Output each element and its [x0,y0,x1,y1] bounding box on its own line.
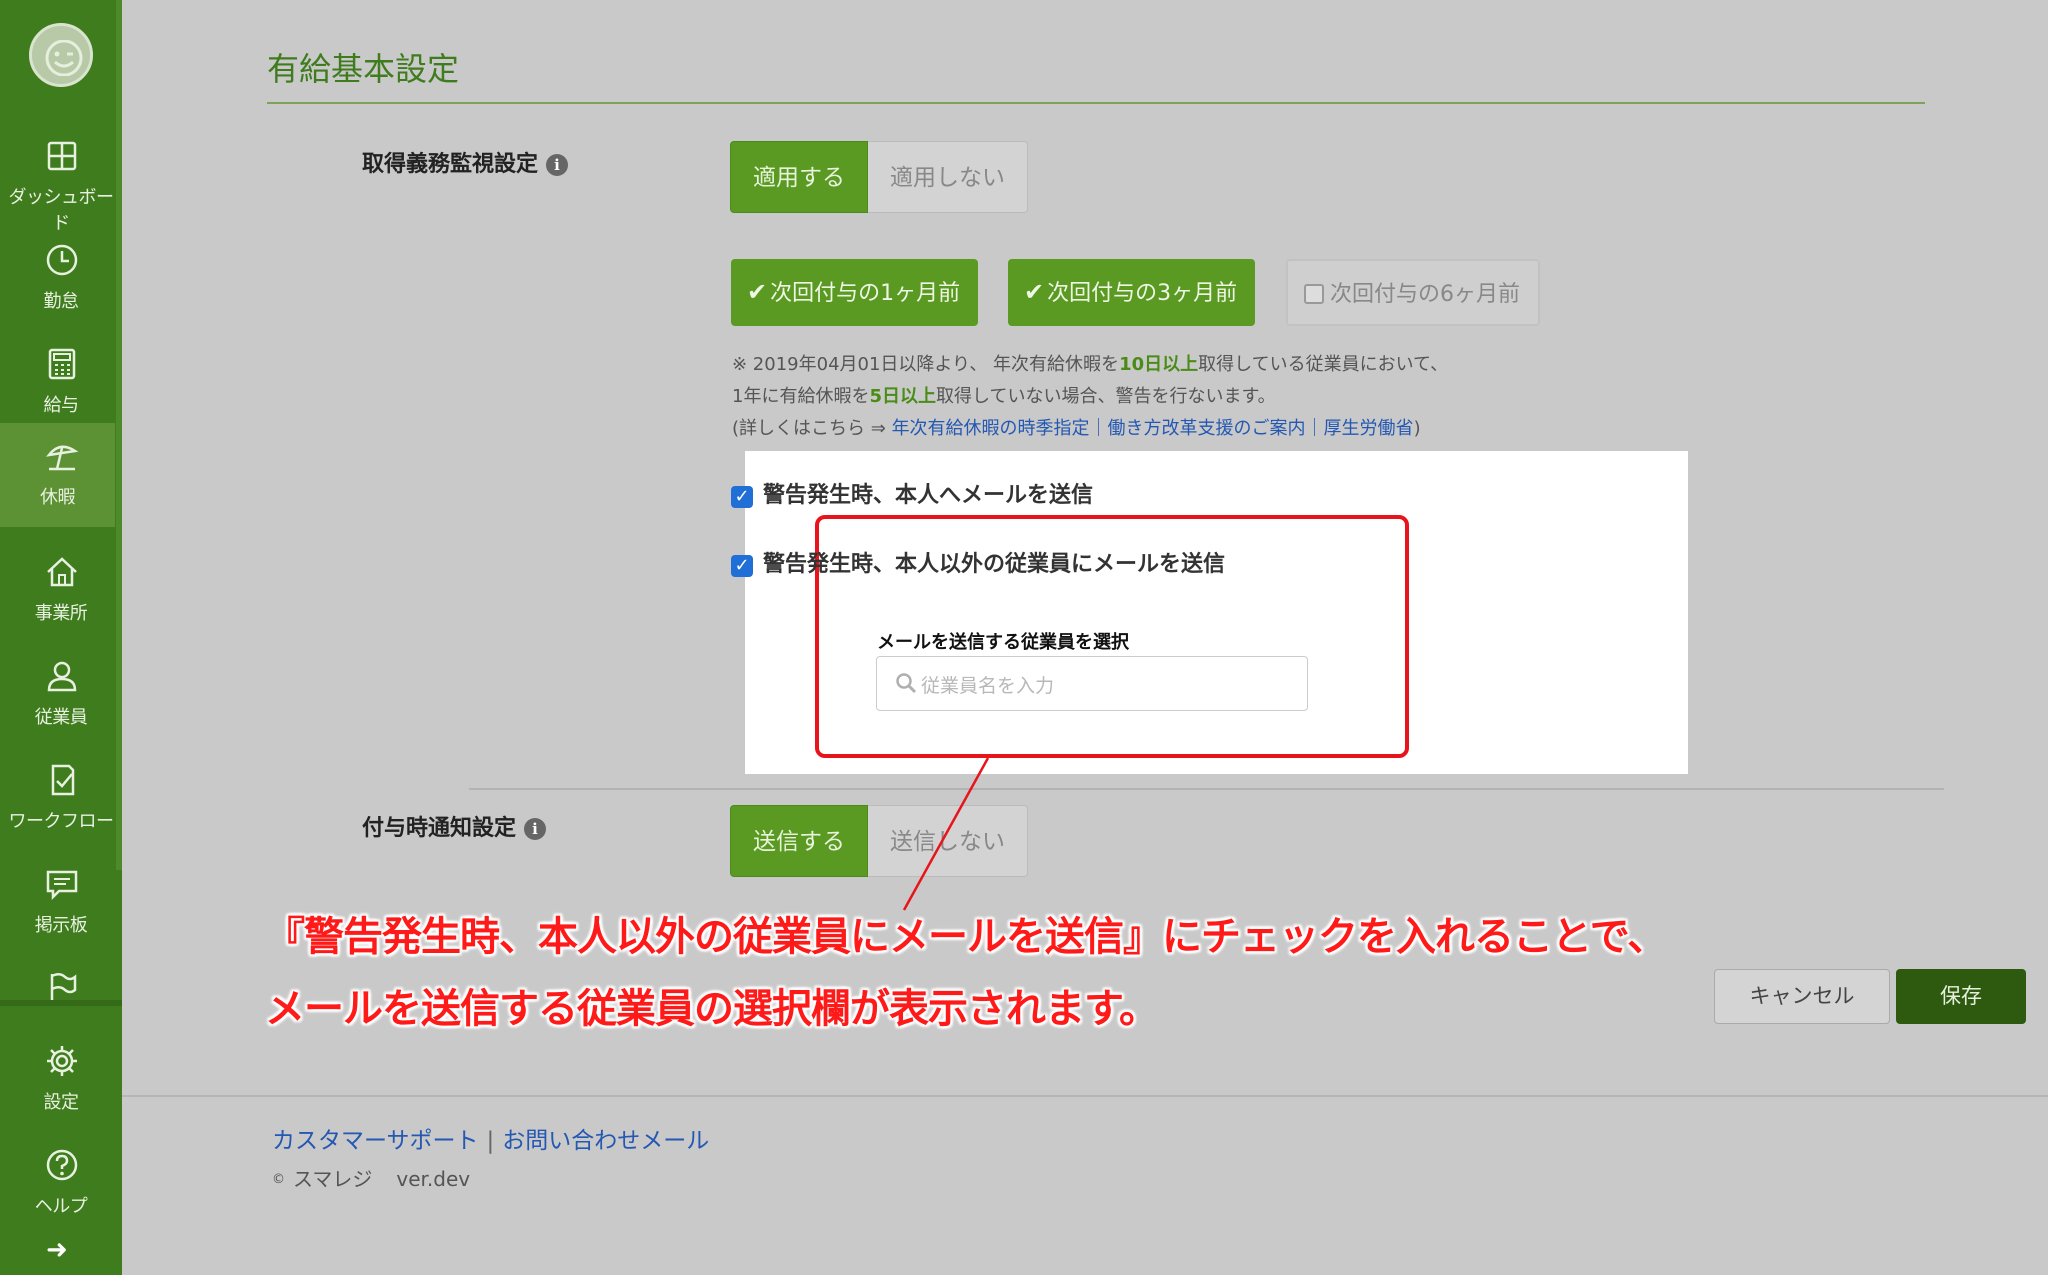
home-icon [47,557,77,587]
notify-toggle: 送信する 送信しない [730,805,1028,877]
save-button[interactable]: 保存 [1896,969,2026,1024]
sidebar: ダッシュボード 勤怠 給与 休暇 事業所 従業員 ワークフロー 掲示板 設定 ヘ… [0,0,122,1275]
sidebar-item-label: ワークフロー [8,811,115,832]
message-icon [46,870,78,901]
footer-links: カスタマーサポート | お問い合わせメール [272,1121,709,1155]
checkbox-checked-icon[interactable]: ✓ [731,486,753,508]
select-employee-label: メールを送信する従業員を選択 [877,632,1129,653]
clock-icon [46,244,78,276]
sidebar-item-label: 従業員 [34,707,88,728]
timing-label: 次回付与の1ヶ月前 [770,281,961,306]
note-text: 1年に有給休暇を [732,386,870,407]
timing-3-month-toggle[interactable]: ✔ 次回付与の3ヶ月前 [1008,259,1256,326]
sidebar-item-dashboard[interactable]: ダッシュボード [0,123,122,234]
workflow-icon [51,764,75,796]
customer-support-link[interactable]: カスタマーサポート [272,1128,479,1154]
search-icon [896,673,917,694]
help-icon [46,1149,78,1181]
note-highlight: 10日以上 [1119,354,1199,375]
obligation-label-text: 取得義務監視設定 [362,152,539,177]
timing-1-month-toggle[interactable]: ✔ 次回付与の1ヶ月前 [731,259,979,326]
note-line-3: (詳しくはこちら ⇒ 年次有給休暇の時季指定｜働き方改革支援のご案内｜厚生労働省… [732,414,1421,440]
employee-search-input[interactable]: 従業員名を入力 [876,656,1308,711]
not-send-button[interactable]: 送信しない [868,805,1028,877]
sidebar-item-label: 掲示板 [34,915,88,936]
annotation-line-2: メールを送信する従業員の選択欄が表示されます。 [265,986,1159,1032]
unchecked-box-icon [1304,284,1324,304]
check-icon: ✔ [747,278,768,306]
version-text: ver.dev [396,1167,471,1191]
note-line-2: 1年に有給休暇を5日以上取得していない場合、警告を行ないます。 [732,382,1276,408]
sidebar-item-label: ヘルプ [34,1196,88,1217]
sidebar-item-settings[interactable]: 設定 [0,1028,122,1132]
mail-others-checkbox-row[interactable]: ✓ 警告発生時、本人以外の従業員にメールを送信 [731,546,1225,578]
sidebar-item-leave[interactable]: 休暇 [0,423,115,527]
sidebar-item-label: 勤怠 [43,291,80,312]
sidebar-item-label: 給与 [43,395,80,416]
gear-icon [47,1046,77,1076]
apply-button[interactable]: 適用する [730,141,868,213]
notify-setting-label: 付与時通知設定 i [362,810,547,842]
info-icon[interactable]: i [524,818,547,840]
notify-label-text: 付与時通知設定 [362,816,517,841]
timing-label: 次回付与の3ヶ月前 [1047,281,1238,306]
sidebar-item-label: 設定 [43,1092,80,1113]
title-underline [267,102,1925,104]
footer-divider [122,1095,2048,1097]
cancel-button[interactable]: キャンセル [1714,969,1890,1024]
timing-6-month-toggle[interactable]: 次回付与の6ヶ月前 [1286,259,1540,326]
sidebar-divider [0,1000,122,1006]
checkbox-checked-icon[interactable]: ✓ [731,555,753,577]
sidebar-item-office[interactable]: 事業所 [0,539,122,643]
section-divider [469,788,1944,790]
sidebar-item-attendance[interactable]: 勤怠 [0,227,122,331]
smiley-icon [45,40,83,76]
user-avatar[interactable] [29,23,93,87]
mhlw-guide-link[interactable]: 年次有給休暇の時季指定｜働き方改革支援のご案内｜厚生労働省 [892,418,1414,439]
check-icon: ✔ [1024,278,1045,306]
not-apply-button[interactable]: 適用しない [868,141,1028,213]
search-placeholder: 従業員名を入力 [921,675,1055,697]
obligation-toggle: 適用する 適用しない [730,141,1028,213]
sidebar-item-employees[interactable]: 従業員 [0,643,122,747]
annotation-line-1: 『警告発生時、本人以外の従業員にメールを送信』にチェックを入れることで、 [265,914,1667,960]
copyright: © スマレジ ver.dev [272,1163,470,1192]
note-text: 取得していない場合、警告を行ないます。 [935,386,1276,407]
sidebar-item-board[interactable]: 掲示板 [0,851,122,955]
sidebar-item-label: 休暇 [40,487,76,508]
note-highlight: 5日以上 [869,386,936,407]
note-text: (詳しくはこちら ⇒ [732,418,892,439]
calculator-icon [48,348,76,380]
contact-mail-link[interactable]: お問い合わせメール [502,1128,709,1154]
dashboard-icon [47,141,77,171]
sidebar-item-label: 事業所 [34,603,88,624]
send-button[interactable]: 送信する [730,805,868,877]
timing-label: 次回付与の6ヶ月前 [1330,282,1520,307]
mail-others-label: 警告発生時、本人以外の従業員にメールを送信 [763,552,1226,577]
note-line-1: ※ 2019年04月01日以降より、 年次有給休暇を10日以上取得している従業員… [732,350,1448,376]
company-name: スマレジ [293,1167,373,1191]
footer-separator: | [486,1128,495,1154]
copyright-symbol: © [272,1172,285,1187]
sidebar-item-workflow[interactable]: ワークフロー [0,747,122,851]
mail-self-checkbox-row[interactable]: ✓ 警告発生時、本人へメールを送信 [731,477,1093,509]
beach-umbrella-icon [46,445,79,471]
note-text: 取得している従業員において、 [1198,354,1449,375]
sidebar-item-payroll[interactable]: 給与 [0,331,122,435]
note-text: ※ 2019年04月01日以降より、 年次有給休暇を [732,354,1120,375]
user-icon [47,661,77,692]
info-icon[interactable]: i [546,154,569,176]
sidebar-item-help[interactable]: ヘルプ [0,1132,122,1236]
note-text: ) [1413,418,1421,439]
page-title: 有給基本設定 [267,50,460,88]
mail-self-label: 警告発生時、本人へメールを送信 [763,483,1094,508]
obligation-setting-label: 取得義務監視設定 i [362,146,569,178]
expand-sidebar-icon[interactable]: ➜ [46,1235,68,1265]
